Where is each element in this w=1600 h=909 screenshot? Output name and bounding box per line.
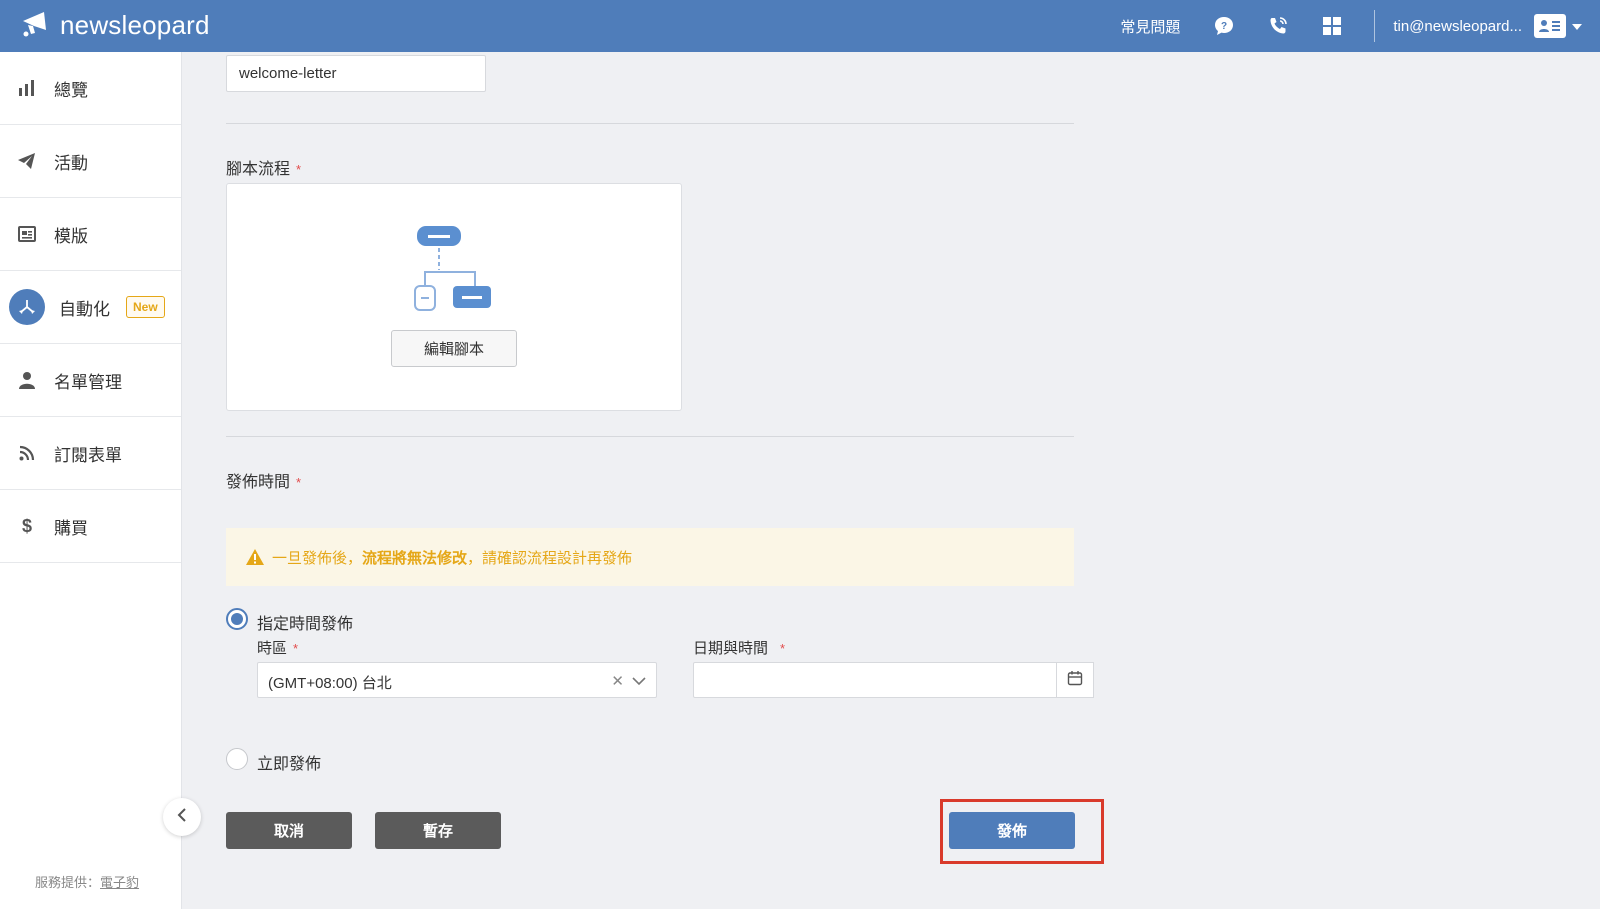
divider (226, 436, 1074, 437)
phone-icon[interactable] (1266, 14, 1290, 38)
sidebar-item-label: 模版 (54, 226, 88, 246)
sidebar-item-contacts[interactable]: 名單管理 (0, 344, 181, 417)
sidebar-item-label: 名單管理 (54, 372, 122, 392)
sidebar-item-templates[interactable]: 模版 (0, 198, 181, 271)
chevron-down-icon[interactable] (632, 673, 646, 690)
publish-time-label: 發佈時間 * (226, 468, 301, 492)
sidebar-item-label: 總覽 (54, 80, 88, 100)
timezone-label-text: 時區 (257, 640, 288, 657)
warning-text-prefix: 一旦發佈後， (272, 549, 363, 567)
datetime-input[interactable] (693, 662, 1057, 698)
user-email[interactable]: tin@newsleopard... (1393, 18, 1522, 35)
sidebar-item-overview[interactable]: 總覽 (0, 52, 181, 125)
svg-text:?: ? (1221, 21, 1227, 32)
timezone-label: 時區 * (257, 637, 298, 658)
chevron-down-icon[interactable] (1572, 17, 1582, 35)
timezone-select[interactable]: (GMT+08:00) 台北 ✕ (257, 662, 657, 698)
immediate-publish-radio[interactable] (226, 748, 248, 770)
warning-text-suffix: ，請確認流程設計再發佈 (467, 549, 633, 567)
sidebar-item-automation[interactable]: 自動化 New (0, 271, 181, 344)
brand-name: newsleopard (60, 10, 210, 40)
top-bar: newsleopard 常見問題 ? tin@newsleopard... (0, 0, 1600, 52)
sidebar-item-label: 訂閱表單 (54, 445, 122, 465)
publish-time-label-text: 發佈時間 (226, 474, 291, 491)
warning-icon (246, 549, 264, 565)
chat-icon[interactable]: ? (1212, 14, 1236, 38)
automation-name-input[interactable] (226, 55, 486, 92)
required-mark: * (296, 475, 302, 490)
datetime-label: 日期與時間 * (693, 637, 785, 658)
powered-by-link[interactable]: 電子豹 (100, 875, 139, 890)
person-icon (0, 371, 54, 389)
calendar-icon (1067, 670, 1083, 691)
powered-by-prefix: 服務提供： (35, 875, 101, 890)
warning-text-bold: 流程將無法修改 (362, 549, 468, 567)
sidebar-item-label: 購買 (54, 518, 88, 538)
megaphone-logo-icon (20, 8, 52, 43)
template-icon (0, 226, 54, 242)
script-flow-label-text: 腳本流程 (226, 161, 291, 178)
brand-logo[interactable]: newsleopard (20, 8, 210, 43)
automation-icon (9, 289, 45, 325)
clear-icon[interactable]: ✕ (611, 672, 624, 690)
required-mark: * (296, 162, 302, 177)
sidebar-item-forms[interactable]: 訂閱表單 (0, 417, 181, 490)
save-draft-button[interactable]: 暫存 (375, 812, 501, 849)
sidebar: 總覽 活動 模版 自動化 New 名單管理 訂閱表單 $ 購買 服務提供：電子豹 (0, 52, 182, 909)
required-mark: * (293, 641, 299, 656)
bar-chart-icon (0, 80, 54, 96)
edit-script-button[interactable]: 編輯腳本 (391, 330, 517, 367)
script-flow-label: 腳本流程 * (226, 155, 301, 179)
scheduled-publish-radio[interactable] (226, 608, 248, 630)
sidebar-item-label: 自動化 (59, 299, 110, 319)
immediate-publish-label[interactable]: 立即發佈 (257, 750, 321, 774)
flowchart-icon (413, 226, 493, 321)
header-divider (1374, 10, 1376, 42)
paper-plane-icon (0, 153, 54, 169)
script-flow-card: 編輯腳本 (226, 183, 682, 411)
datetime-label-text: 日期與時間 (693, 640, 769, 657)
publish-warning-banner: 一旦發佈後， 流程將無法修改 ，請確認流程設計再發佈 (226, 528, 1074, 586)
scheduled-publish-label[interactable]: 指定時間發佈 (257, 610, 353, 634)
faq-link[interactable]: 常見問題 (1120, 16, 1180, 37)
highlight-box (940, 799, 1104, 864)
powered-by: 服務提供：電子豹 (35, 872, 139, 891)
new-badge: New (126, 296, 165, 318)
cancel-button[interactable]: 取消 (226, 812, 352, 849)
timezone-value: (GMT+08:00) 台北 (268, 675, 392, 692)
rss-icon (0, 445, 54, 461)
sidebar-item-campaigns[interactable]: 活動 (0, 125, 181, 198)
dollar-icon: $ (21, 515, 32, 536)
calendar-button[interactable] (1056, 662, 1094, 698)
divider (226, 123, 1074, 124)
sidebar-item-label: 活動 (54, 153, 88, 173)
apps-grid-icon[interactable] (1320, 14, 1344, 38)
main-content: 腳本流程 * 編輯腳本 發佈時間 * 一旦發佈後，流程將無法修改，請確認流程設計再發… (182, 52, 1600, 909)
required-mark: * (780, 641, 786, 656)
sidebar-item-purchase[interactable]: $ 購買 (0, 490, 181, 563)
user-card-icon[interactable] (1534, 14, 1566, 38)
